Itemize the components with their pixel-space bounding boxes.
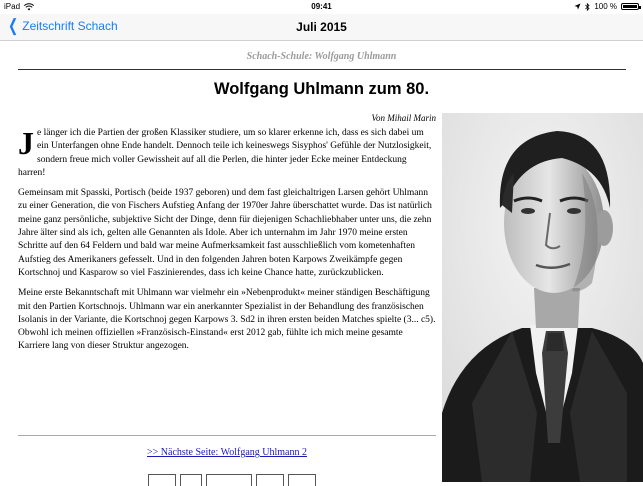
article-byline: Von Mihail Marin [371, 113, 437, 123]
status-time: 09:41 [311, 2, 332, 11]
back-button-label: Zeitschrift Schach [22, 19, 118, 33]
paragraph-1-text: e länger ich die Partien der großen Klas… [18, 128, 432, 178]
status-bar: iPad 09:41 100 % [0, 0, 643, 14]
bottom-divider [18, 435, 436, 436]
bluetooth-icon [585, 2, 590, 11]
page-navigation-controls [148, 474, 316, 486]
paragraph-2: Gemeinsam mit Spasski, Portisch (beide 1… [18, 188, 432, 278]
battery-percent: 100 % [594, 2, 617, 11]
nav-box-5[interactable] [288, 474, 316, 486]
portrait-photo [442, 113, 643, 482]
next-page-link[interactable]: >> Nächste Seite: Wolfgang Uhlmann 2 [18, 447, 436, 458]
nav-box-2[interactable] [180, 474, 202, 486]
paragraph-3: Meine erste Bekanntschaft mit Uhlmann wa… [18, 288, 436, 352]
top-divider [18, 69, 626, 70]
article-body: J e länger ich die Partien der großen Kl… [18, 127, 436, 361]
article-title: Wolfgang Uhlmann zum 80. [213, 80, 430, 98]
drop-cap: J [18, 125, 34, 161]
nav-box-4[interactable] [256, 474, 284, 486]
battery-fill [623, 5, 637, 8]
navigation-bar: ❮ Zeitschrift Schach Juli 2015 [0, 14, 643, 41]
nav-box-3[interactable] [206, 474, 252, 486]
back-button[interactable]: ❮ Zeitschrift Schach [6, 16, 118, 35]
status-right: 100 % [574, 2, 641, 11]
nav-box-1[interactable] [148, 474, 176, 486]
chevron-left-icon: ❮ [8, 16, 19, 35]
section-kicker: Schach-Schule: Wolfgang Uhlmann [246, 51, 397, 62]
paragraph-1: J e länger ich die Partien der großen Kl… [18, 127, 436, 180]
battery-icon [621, 3, 641, 10]
location-arrow-icon [574, 3, 581, 10]
